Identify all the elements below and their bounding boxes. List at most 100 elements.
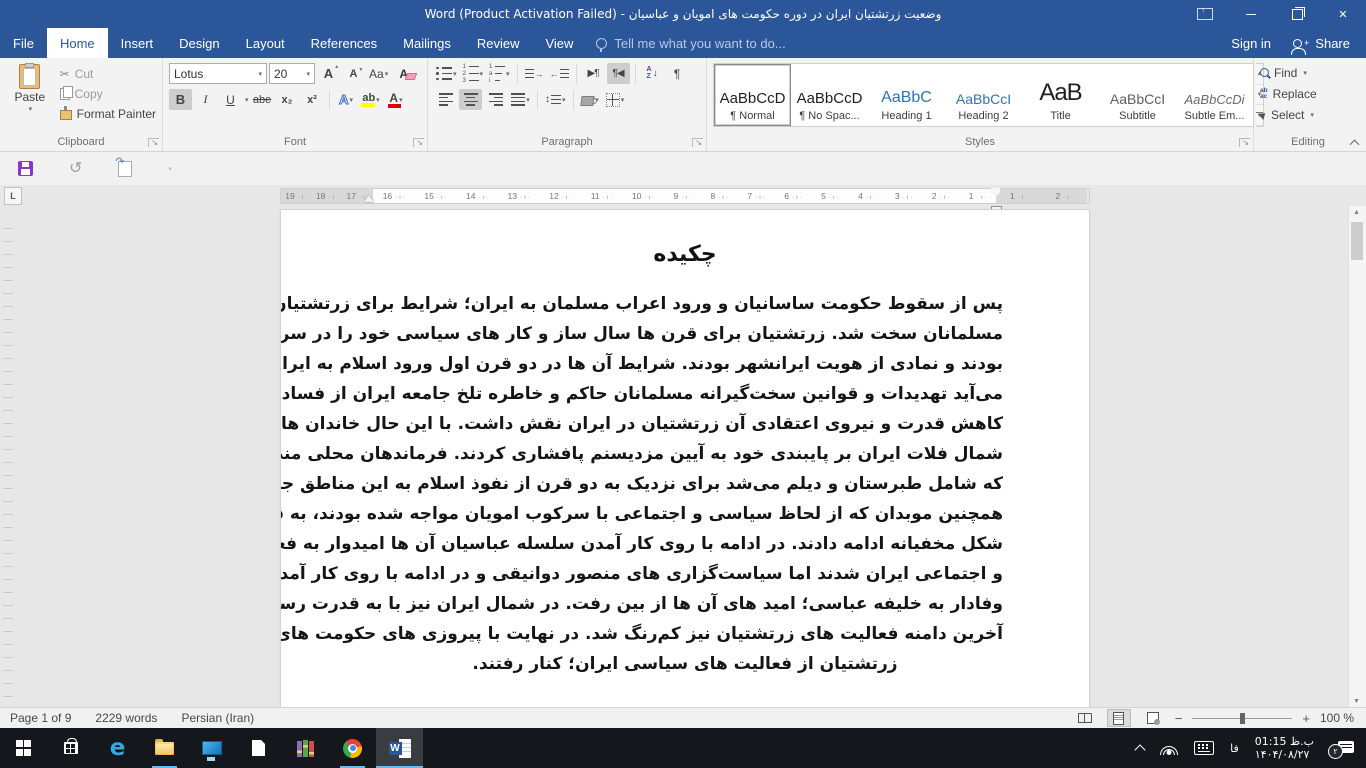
ribbon-tab[interactable]: Review: [464, 28, 533, 58]
collapse-ribbon-button[interactable]: [1350, 138, 1358, 146]
increase-indent-button[interactable]: ←: [548, 63, 571, 84]
borders-button[interactable]: ▾: [604, 89, 627, 110]
taskbar-winrar[interactable]: [282, 728, 329, 768]
indent-marker-left[interactable]: [364, 195, 374, 202]
vertical-ruler[interactable]: [3, 216, 13, 698]
multilevel-list-button[interactable]: 1ai▾: [487, 63, 512, 84]
restore-button[interactable]: [1274, 0, 1320, 28]
style-item[interactable]: AaBbC Heading 1: [868, 64, 945, 126]
wifi-icon[interactable]: [1160, 742, 1178, 755]
font-name-combobox[interactable]: Lotus▾: [169, 63, 267, 84]
replace-button[interactable]: abacReplace: [1260, 84, 1356, 103]
language-indicator[interactable]: Persian (Iran): [181, 711, 254, 725]
undo-icon[interactable]: ↺: [69, 162, 82, 176]
grow-font-button[interactable]: A: [317, 63, 340, 84]
read-mode-button[interactable]: [1073, 709, 1097, 727]
minimize-button[interactable]: [1228, 0, 1274, 28]
tray-chevron-icon[interactable]: [1134, 744, 1145, 755]
copy-button[interactable]: Copy: [60, 85, 156, 102]
paragraph-dialog-launcher[interactable]: ↘: [692, 138, 703, 147]
scroll-down-arrow[interactable]: ▼: [1353, 698, 1360, 705]
ltr-text-direction-button[interactable]: ▶¶: [582, 63, 605, 84]
paste-button[interactable]: Paste ▾: [6, 63, 54, 122]
vertical-scrollbar[interactable]: ▲ ▼: [1348, 206, 1366, 708]
repeat-icon[interactable]: [118, 161, 132, 177]
share-button[interactable]: + Share: [1293, 36, 1350, 51]
taskbar-this-pc[interactable]: [188, 728, 235, 768]
ribbon-tab[interactable]: Design: [166, 28, 232, 58]
font-dialog-launcher[interactable]: ↘: [413, 138, 424, 147]
rtl-text-direction-button[interactable]: ¶◀: [607, 63, 630, 84]
zoom-in-button[interactable]: +: [1302, 711, 1310, 726]
taskbar-edge[interactable]: e: [94, 728, 141, 768]
zoom-level[interactable]: 100 %: [1320, 711, 1354, 725]
action-center-button[interactable]: ۲: [1336, 741, 1354, 756]
underline-dropdown-arrow[interactable]: ▾: [245, 96, 249, 104]
ribbon-tab[interactable]: Insert: [108, 28, 167, 58]
horizontal-ruler[interactable]: 191817 16151413121110987654321 12: [280, 188, 1090, 204]
ribbon-display-options-button[interactable]: [1182, 0, 1228, 28]
align-center-button[interactable]: [459, 89, 482, 110]
clipboard-dialog-launcher[interactable]: ↘: [148, 138, 159, 147]
zoom-slider[interactable]: [1192, 718, 1292, 719]
sign-in-link[interactable]: Sign in: [1231, 36, 1271, 51]
paste-dropdown-arrow[interactable]: ▾: [29, 105, 33, 113]
clear-formatting-button[interactable]: A: [392, 63, 415, 84]
style-item[interactable]: AaBbCcDi Subtle Em...: [1176, 64, 1253, 126]
underline-button[interactable]: U: [219, 89, 242, 110]
taskbar-notepad[interactable]: [235, 728, 282, 768]
print-layout-button[interactable]: [1107, 709, 1131, 727]
language-indicator-tray[interactable]: فا: [1230, 742, 1239, 755]
taskbar-file-explorer[interactable]: [141, 728, 188, 768]
save-icon[interactable]: [18, 161, 33, 176]
ribbon-tab[interactable]: File: [0, 28, 47, 58]
ribbon-tab[interactable]: Layout: [233, 28, 298, 58]
taskbar-store[interactable]: [47, 728, 94, 768]
page-indicator[interactable]: Page 1 of 9: [10, 711, 71, 725]
change-case-button[interactable]: Aa▾: [367, 63, 390, 84]
text-effects-button[interactable]: A▾: [335, 89, 358, 110]
ribbon-tab[interactable]: References: [298, 28, 390, 58]
font-color-button[interactable]: A▾: [385, 89, 408, 110]
scroll-up-arrow[interactable]: ▲: [1353, 209, 1360, 216]
justify-button[interactable]: ▾: [509, 89, 532, 110]
strikethrough-button[interactable]: abe: [251, 89, 274, 110]
sort-button[interactable]: AZ↓: [641, 63, 664, 84]
superscript-button[interactable]: x²: [301, 89, 324, 110]
word-count[interactable]: 2229 words: [95, 711, 157, 725]
taskbar-chrome[interactable]: [329, 728, 376, 768]
style-item[interactable]: AaBbCcI Heading 2: [945, 64, 1022, 126]
select-button[interactable]: Select▾: [1260, 105, 1356, 124]
line-spacing-button[interactable]: ↕▾: [543, 89, 568, 110]
start-button[interactable]: [0, 728, 47, 768]
style-item[interactable]: AaB Title: [1022, 64, 1099, 126]
show-paragraph-marks-button[interactable]: ¶: [666, 63, 689, 84]
zoom-out-button[interactable]: −: [1175, 711, 1183, 726]
format-painter-button[interactable]: Format Painter: [60, 105, 156, 122]
bullets-button[interactable]: ▾: [434, 63, 459, 84]
style-item[interactable]: AaBbCcD ¶ Normal: [714, 64, 791, 126]
touch-keyboard-icon[interactable]: [1194, 741, 1214, 755]
align-right-button[interactable]: [484, 89, 507, 110]
taskbar-word[interactable]: W: [376, 728, 423, 768]
subscript-button[interactable]: x₂: [276, 89, 299, 110]
text-highlight-button[interactable]: ab▾: [360, 89, 383, 110]
numbering-button[interactable]: 123▾: [461, 63, 486, 84]
align-left-button[interactable]: [434, 89, 457, 110]
web-layout-button[interactable]: [1141, 709, 1165, 727]
bold-button[interactable]: B: [169, 89, 192, 110]
style-item[interactable]: AaBbCcI Subtitle: [1099, 64, 1176, 126]
close-button[interactable]: ✕: [1320, 0, 1366, 28]
tell-me-box[interactable]: Tell me what you want to do...: [596, 28, 785, 58]
styles-dialog-launcher[interactable]: ↘: [1239, 138, 1250, 147]
ribbon-tab[interactable]: Mailings: [390, 28, 464, 58]
scrollbar-thumb[interactable]: [1351, 222, 1363, 260]
decrease-indent-button[interactable]: →: [523, 63, 546, 84]
document-page[interactable]: چکیده پس از سقوط حکومت ساسانیان و ورود ا…: [280, 209, 1090, 708]
zoom-slider-thumb[interactable]: [1240, 713, 1245, 724]
ribbon-tab[interactable]: View: [532, 28, 586, 58]
font-size-combobox[interactable]: 20▾: [269, 63, 315, 84]
tab-stop-selector[interactable]: L: [4, 187, 22, 205]
shading-button[interactable]: ▾: [579, 89, 602, 110]
cut-button[interactable]: ✂Cut: [60, 65, 156, 82]
